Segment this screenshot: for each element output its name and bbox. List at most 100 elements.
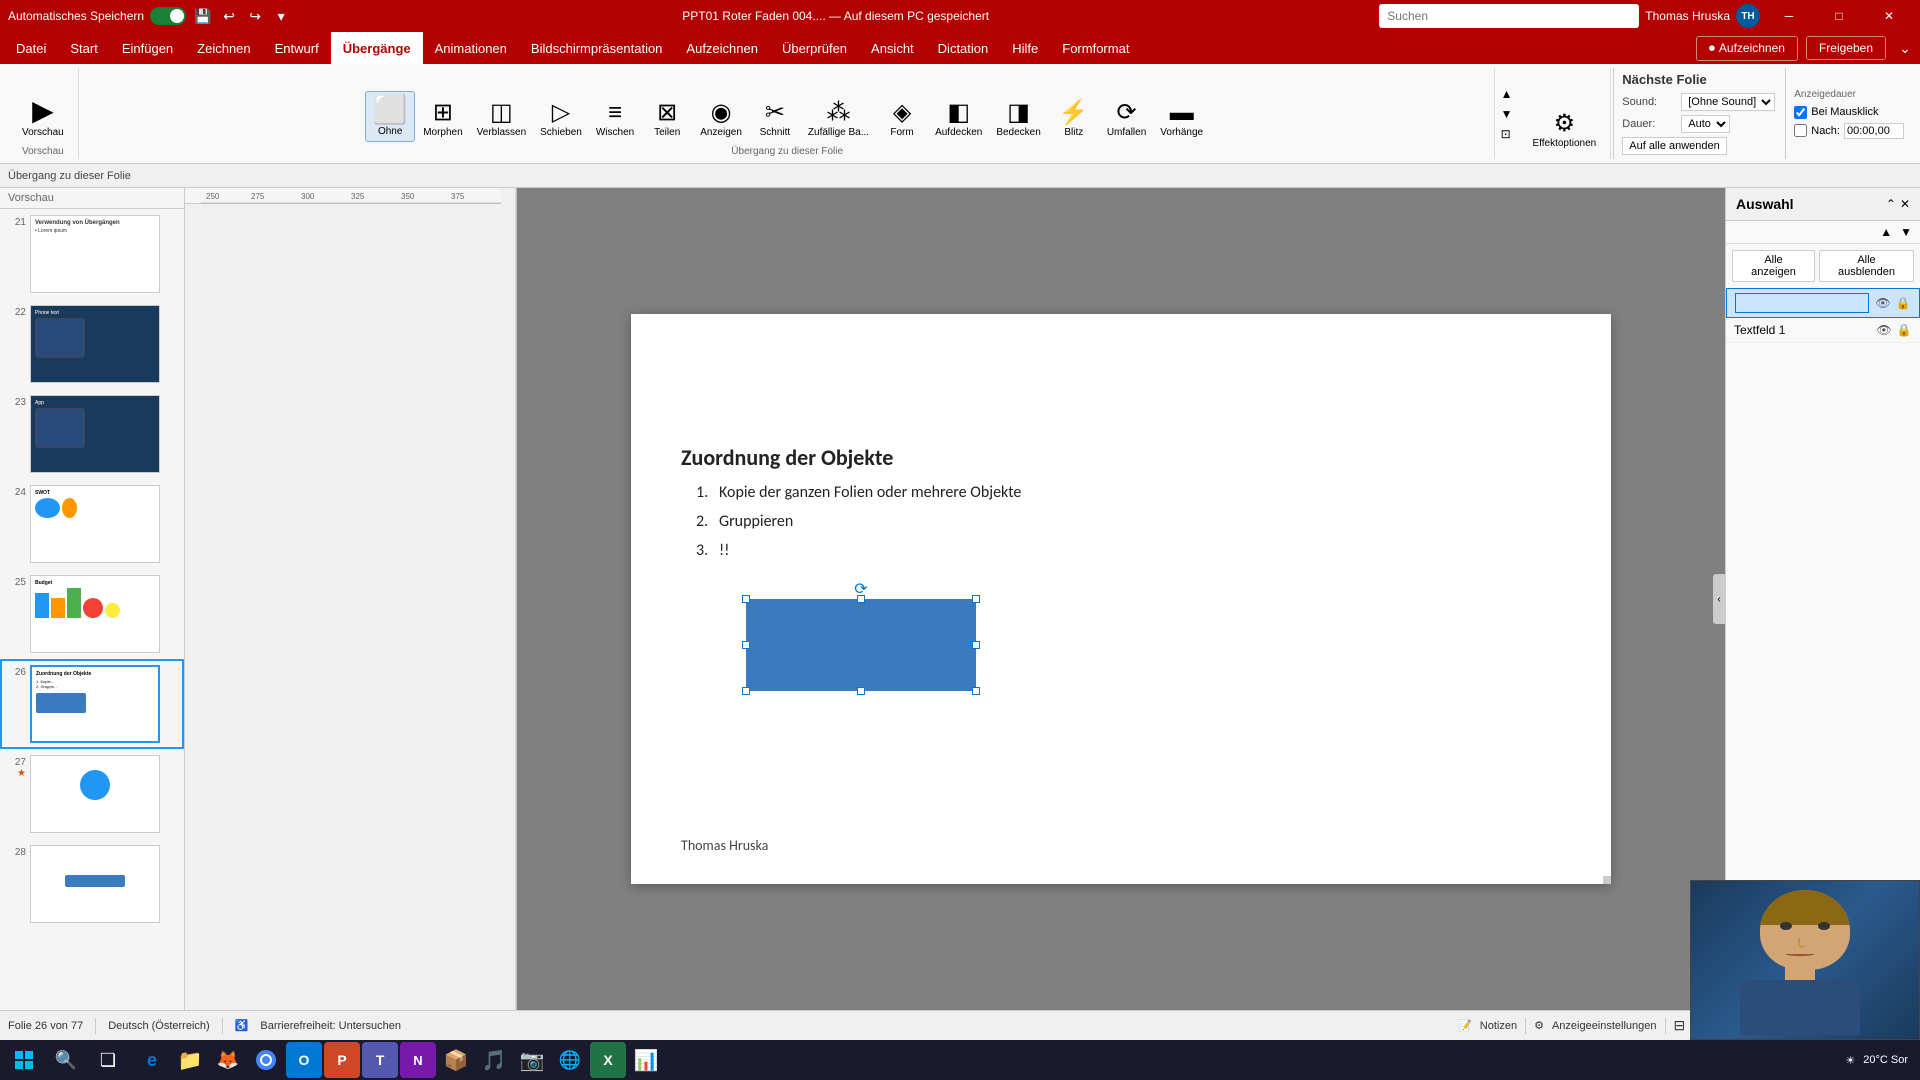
transition-morphen[interactable]: ⊞ Morphen — [417, 97, 468, 142]
tab-start[interactable]: Start — [58, 32, 109, 64]
taskbar-firefox[interactable]: 🦊 — [210, 1042, 246, 1078]
tab-aufzeichnen[interactable]: Aufzeichnen — [674, 32, 770, 64]
panel-scroll-down-icon[interactable]: ▼ — [1896, 223, 1916, 241]
handle-br[interactable] — [972, 687, 980, 695]
freigeben-button[interactable]: Freigeben — [1806, 36, 1886, 60]
customize-icon[interactable]: ▾ — [270, 5, 292, 27]
taskbar-app12[interactable]: 🌐 — [552, 1042, 588, 1078]
search-input[interactable] — [1379, 4, 1639, 28]
transition-blitz[interactable]: ⚡ Blitz — [1049, 97, 1099, 142]
slide-canvas[interactable]: Zuordnung der Objekte 1. Kopie der ganze… — [631, 314, 1611, 884]
slide-thumb-22[interactable]: 22 Phone text — [0, 299, 184, 389]
notizen-label[interactable]: Notizen — [1480, 1020, 1517, 1032]
effektoptionen-button[interactable]: ⚙ Effektoptionen — [1526, 108, 1602, 153]
tab-bildschirmpraesentation[interactable]: Bildschirmpräsentation — [519, 32, 675, 64]
visibility-icon-textfeld1[interactable]: 👁 — [1876, 322, 1892, 338]
visibility-icon-selected[interactable]: 👁 — [1875, 295, 1891, 311]
tab-ansicht[interactable]: Ansicht — [859, 32, 926, 64]
tab-datei[interactable]: Datei — [4, 32, 58, 64]
scroll-up-icon[interactable]: ▲ — [1499, 85, 1515, 103]
save-icon[interactable]: 💾 — [192, 5, 214, 27]
tab-dictation[interactable]: Dictation — [926, 32, 1001, 64]
panel-scroll-up-icon[interactable]: ▲ — [1876, 223, 1896, 241]
transition-wischen[interactable]: ≡ Wischen — [590, 97, 640, 142]
transition-bedecken[interactable]: ◨ Bedecken — [990, 97, 1046, 142]
minimize-button[interactable]: ─ — [1766, 0, 1812, 32]
tab-uebergaenge[interactable]: Übergänge — [331, 32, 423, 64]
autosave-toggle[interactable] — [150, 7, 186, 25]
selected-shape-container[interactable]: ⟳ — [746, 599, 976, 691]
collapse-ribbon-icon[interactable]: ⌄ — [1894, 37, 1916, 59]
tab-animationen[interactable]: Animationen — [423, 32, 519, 64]
undo-icon[interactable]: ↩ — [218, 5, 240, 27]
taskbar-app10[interactable]: 🎵 — [476, 1042, 512, 1078]
anzeigeeinstellungen-label[interactable]: Anzeigeeinstellungen — [1552, 1020, 1657, 1032]
transition-zufaellige[interactable]: ⁂ Zufällige Ba... — [802, 97, 875, 142]
more-icon[interactable]: ⊡ — [1499, 125, 1515, 143]
canvas-area[interactable]: Zuordnung der Objekte 1. Kopie der ganze… — [517, 188, 1725, 1010]
taskbar-edge[interactable]: e — [134, 1042, 170, 1078]
slide-thumb-25[interactable]: 25 Budget — [0, 569, 184, 659]
slide-thumb-26[interactable]: 26 Zuordnung der Objekte 1. Kopie... 2. … — [0, 659, 184, 749]
taskbar-onenote[interactable]: N — [400, 1042, 436, 1078]
taskbar-app9[interactable]: 📦 — [438, 1042, 474, 1078]
dauer-dropdown[interactable]: Auto — [1681, 115, 1730, 133]
handle-bm[interactable] — [857, 687, 865, 695]
auf-alle-anwenden-button[interactable]: Auf alle anwenden — [1622, 137, 1727, 155]
handle-tm[interactable] — [857, 595, 865, 603]
panel-item-name-input[interactable] — [1735, 293, 1869, 313]
taskbar-excel[interactable]: X — [590, 1042, 626, 1078]
transition-umfallen[interactable]: ⟳ Umfallen — [1101, 97, 1152, 142]
panel-close-icon[interactable]: ✕ — [1900, 197, 1910, 211]
taskbar-teams[interactable]: T — [362, 1042, 398, 1078]
redo-icon[interactable]: ↪ — [244, 5, 266, 27]
collapse-handle[interactable]: ‹ — [1713, 574, 1725, 624]
transition-verblassen[interactable]: ◫ Verblassen — [471, 97, 532, 142]
transition-schnitt[interactable]: ✂ Schnitt — [750, 97, 800, 142]
slide-thumb-27[interactable]: 27 — [0, 749, 184, 839]
taskbar-powerpoint[interactable]: P — [324, 1042, 360, 1078]
transition-form[interactable]: ◈ Form — [877, 97, 927, 142]
sound-dropdown[interactable]: [Ohne Sound] — [1681, 93, 1775, 111]
user-avatar[interactable]: TH — [1736, 4, 1760, 28]
transition-schieben[interactable]: ▷ Schieben — [534, 97, 588, 142]
transition-teilen[interactable]: ⊠ Teilen — [642, 97, 692, 142]
lock-icon-textfeld1[interactable]: 🔒 — [1896, 322, 1912, 338]
tab-ueberpruefen[interactable]: Überprüfen — [770, 32, 859, 64]
handle-tl[interactable] — [742, 595, 750, 603]
tab-formformat[interactable]: Formformat — [1050, 32, 1141, 64]
slide-thumb-28[interactable]: 28 — [0, 839, 184, 929]
panel-collapse-icon[interactable]: ⌃ — [1886, 197, 1896, 211]
taskview-icon[interactable]: ❏ — [88, 1042, 128, 1078]
tab-zeichnen[interactable]: Zeichnen — [185, 32, 262, 64]
lock-icon-selected[interactable]: 🔒 — [1895, 295, 1911, 311]
panel-item-textfeld1[interactable]: Textfeld 1 👁 🔒 — [1726, 318, 1920, 343]
transition-anzeigen[interactable]: ◉ Anzeigen — [694, 97, 748, 142]
alle-anzeigen-button[interactable]: Alle anzeigen — [1732, 250, 1815, 282]
alle-ausblenden-button[interactable]: Alle ausblenden — [1819, 250, 1914, 282]
taskbar-outlook[interactable]: O — [286, 1042, 322, 1078]
transition-aufdecken[interactable]: ◧ Aufdecken — [929, 97, 988, 142]
transition-vorhaenge[interactable]: ▬ Vorhänge — [1154, 97, 1209, 142]
transition-ohne[interactable]: ⬜ Ohne — [365, 91, 415, 142]
tab-entwurf[interactable]: Entwurf — [263, 32, 331, 64]
vorschau-button[interactable]: ▶ Vorschau — [16, 93, 70, 142]
taskbar-chrome[interactable] — [248, 1042, 284, 1078]
close-button[interactable]: ✕ — [1866, 0, 1912, 32]
handle-bl[interactable] — [742, 687, 750, 695]
slide-thumb-23[interactable]: 23 App — [0, 389, 184, 479]
nach-value-input[interactable] — [1844, 123, 1904, 139]
view-normal-icon[interactable]: ⊟ — [1674, 1017, 1686, 1034]
search-taskbar-icon[interactable]: 🔍 — [46, 1042, 86, 1078]
restore-button[interactable]: □ — [1816, 0, 1862, 32]
handle-ml[interactable] — [742, 641, 750, 649]
taskbar-app11[interactable]: 📷 — [514, 1042, 550, 1078]
panel-item-selected[interactable]: 👁 🔒 — [1726, 288, 1920, 318]
slide-thumb-21[interactable]: 21 Verwendung von Übergängen • Lorem ips… — [0, 209, 184, 299]
handle-tr[interactable] — [972, 595, 980, 603]
record-button[interactable]: ⏺ Aufzeichnen — [1696, 36, 1798, 61]
mausklick-checkbox[interactable] — [1794, 106, 1807, 119]
scroll-down-icon[interactable]: ▼ — [1499, 105, 1515, 123]
nach-checkbox[interactable] — [1794, 124, 1807, 137]
tab-hilfe[interactable]: Hilfe — [1000, 32, 1050, 64]
